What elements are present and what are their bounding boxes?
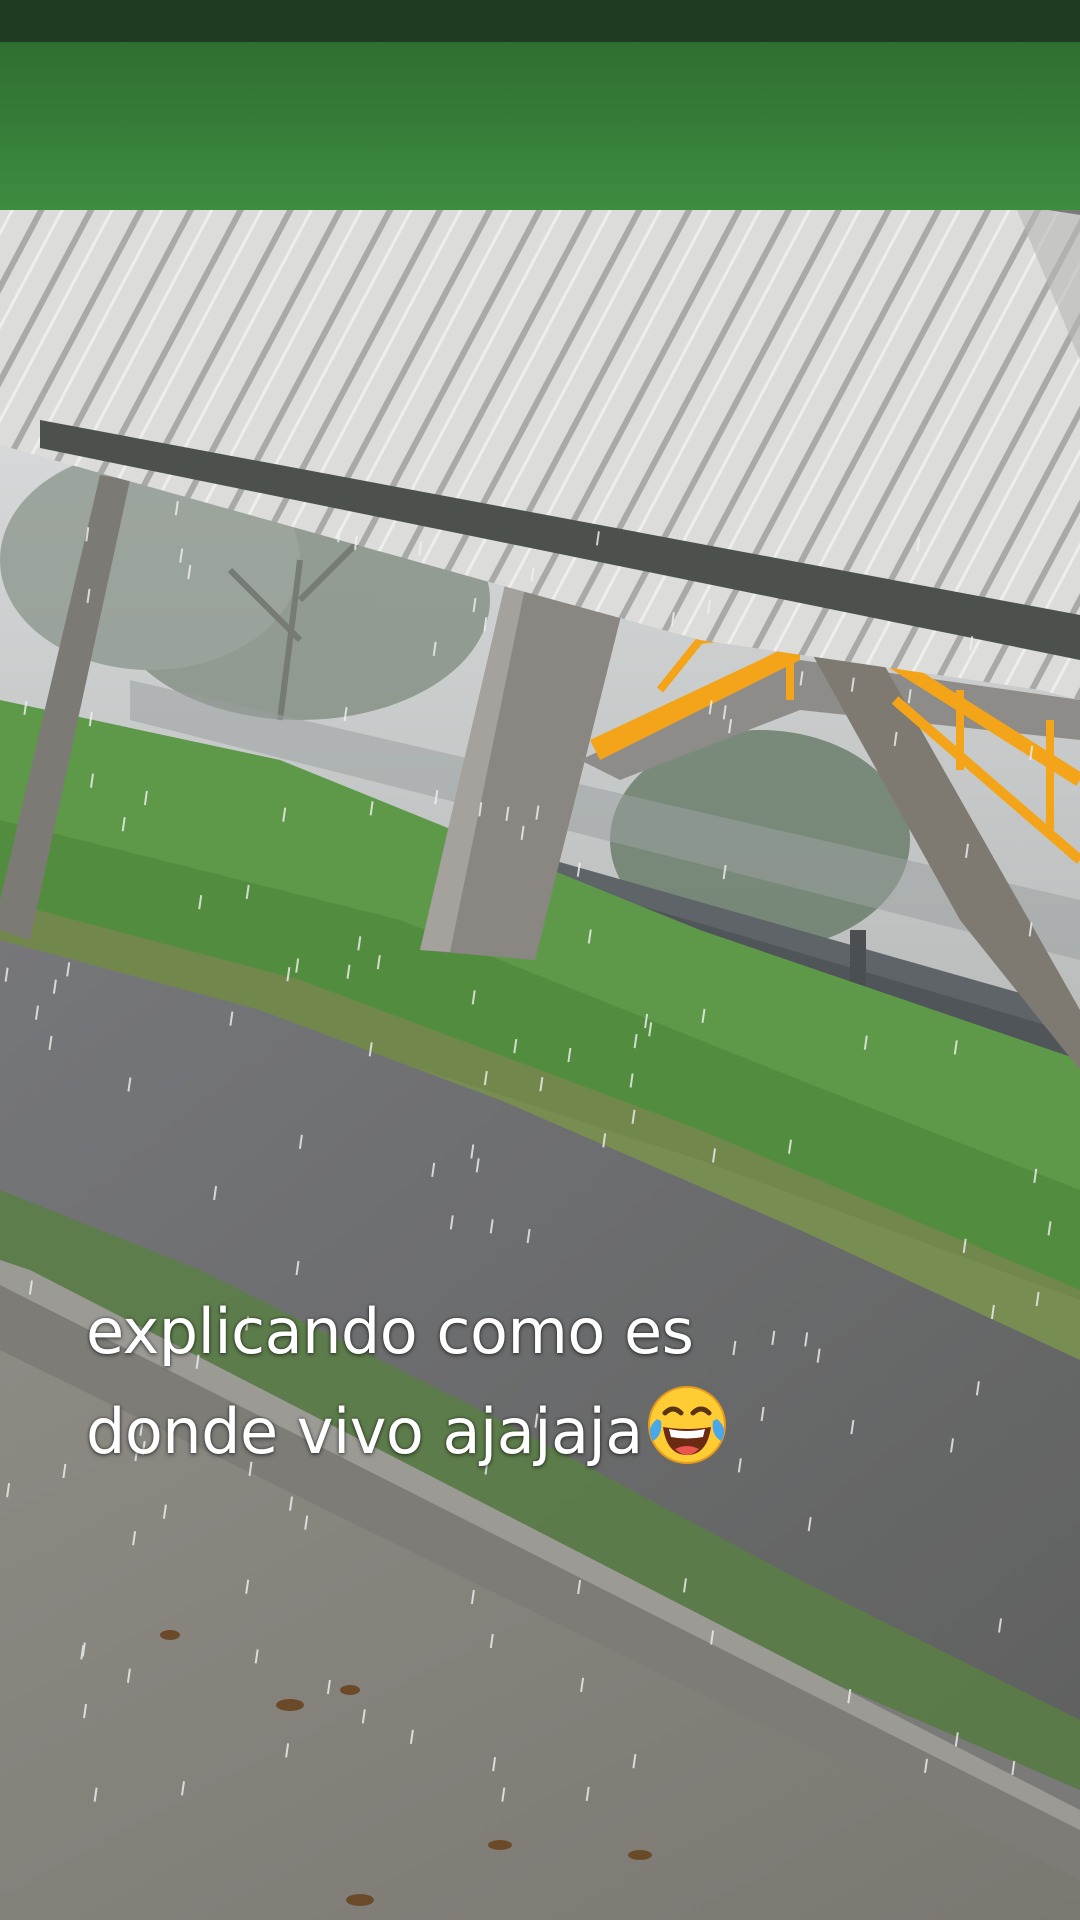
rainy-scene-photo: [0, 0, 1080, 1920]
caption-line-2: donde vivo ajajaja: [86, 1382, 986, 1496]
laughing-crying-emoji-icon: [645, 1383, 729, 1496]
caption-line-1: explicando como es: [86, 1295, 694, 1368]
green-wall: [0, 40, 1080, 210]
photo-frame: explicando como es donde vivo ajajaja: [0, 0, 1080, 1920]
video-caption: explicando como es donde vivo ajajaja: [86, 1282, 986, 1496]
raindrop: [1011, 1760, 1016, 1776]
caption-line-2-text: donde vivo ajajaja: [86, 1395, 643, 1468]
